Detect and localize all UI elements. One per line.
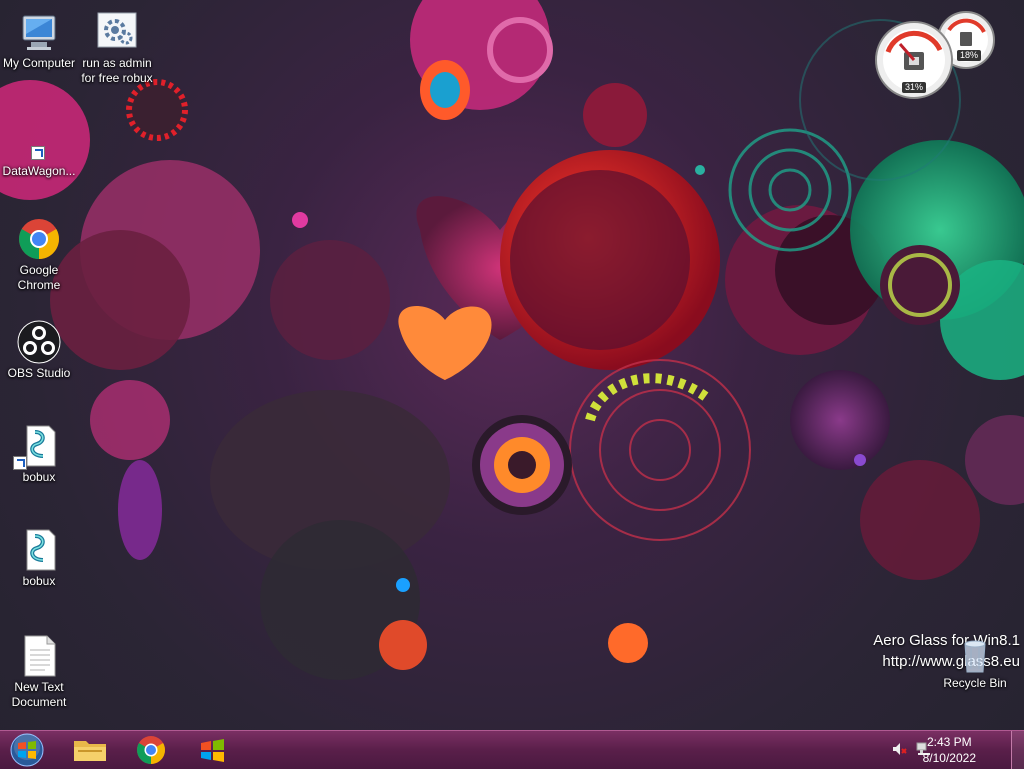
- start-button[interactable]: [2, 733, 52, 767]
- volume-muted-icon[interactable]: [891, 741, 907, 757]
- bobux-shortcut-desktop-icon[interactable]: bobux: [0, 424, 78, 485]
- my-computer-desktop-icon[interactable]: My Computer: [0, 10, 78, 71]
- taskbar-clock[interactable]: 2:43 PM 8/10/2022: [923, 734, 976, 766]
- icon-label: New Text Document: [11, 680, 67, 709]
- computer-icon: [17, 10, 61, 54]
- script-file-icon: [13, 424, 61, 470]
- icon-label: Recycle Bin: [943, 676, 1007, 690]
- taskbar-windows-media[interactable]: [186, 733, 238, 767]
- shortcut-arrow-icon: [31, 146, 45, 160]
- file-explorer-icon: [74, 741, 106, 761]
- gear-settings-icon: [95, 10, 139, 54]
- icon-label: My Computer: [2, 56, 76, 70]
- icon-label: Google Chrome: [17, 263, 61, 292]
- icon-label: run as admin for free robux: [81, 56, 153, 85]
- wallpaper-art: [0, 0, 1024, 680]
- datawagon-icon: [17, 140, 61, 162]
- google-chrome-desktop-icon[interactable]: Google Chrome: [0, 217, 78, 293]
- windows-media-icon: [201, 739, 224, 762]
- obs-studio-desktop-icon[interactable]: OBS Studio: [0, 320, 78, 381]
- new-text-document-desktop-icon[interactable]: New Text Document: [0, 634, 78, 710]
- taskbar-file-explorer[interactable]: [64, 733, 116, 767]
- text-file-icon: [17, 634, 61, 678]
- icon-label: OBS Studio: [7, 366, 71, 380]
- icon-label: bobux: [22, 574, 56, 588]
- shortcut-arrow-icon: [13, 456, 27, 470]
- run-as-admin-desktop-icon[interactable]: run as admin for free robux: [76, 10, 158, 86]
- desktop[interactable]: 31% 18% My Computer run as admin for fre…: [0, 0, 1024, 768]
- script-file-icon: [17, 528, 61, 572]
- bobux-desktop-icon[interactable]: bobux: [0, 528, 78, 589]
- chrome-icon: [137, 736, 165, 764]
- datawagon-desktop-icon[interactable]: DataWagon...: [0, 140, 78, 179]
- windows-orb-icon: [10, 733, 44, 767]
- taskbar-google-chrome[interactable]: [125, 733, 177, 767]
- chrome-icon: [17, 217, 61, 261]
- clock-time: 2:43 PM: [926, 735, 972, 749]
- obs-icon: [17, 320, 61, 364]
- memory-percent: 18%: [957, 50, 981, 61]
- cpu-percent: 31%: [902, 82, 926, 93]
- icon-label: bobux: [22, 470, 56, 484]
- recycle-bin-icon: [953, 640, 997, 674]
- recycle-bin-desktop-icon[interactable]: Recycle Bin: [936, 640, 1014, 691]
- clock-date: 8/10/2022: [922, 751, 976, 765]
- show-desktop-button[interactable]: [1011, 731, 1024, 769]
- cpu-meter-gadget[interactable]: [874, 10, 1000, 102]
- icon-label: DataWagon...: [2, 164, 76, 178]
- taskbar: 2:43 PM 8/10/2022: [0, 730, 1024, 769]
